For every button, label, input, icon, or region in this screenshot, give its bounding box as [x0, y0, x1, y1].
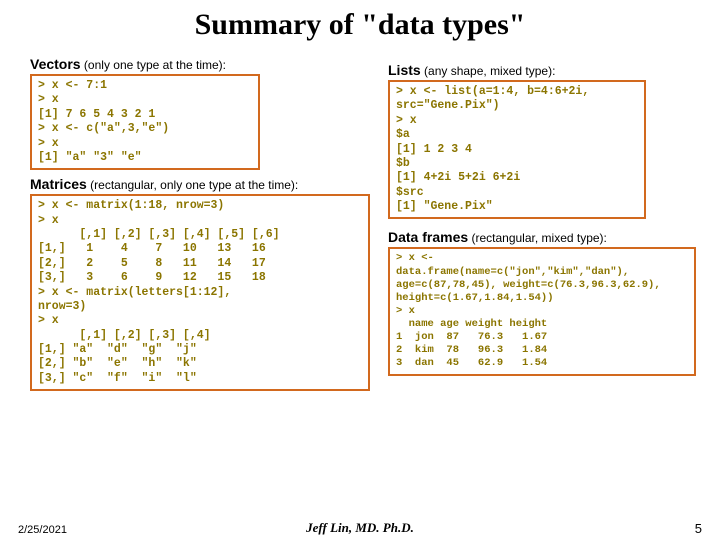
- page-title: Summary of "data types": [0, 8, 720, 42]
- vectors-heading-light: (only one type at the time):: [81, 58, 226, 72]
- vectors-heading: Vectors (only one type at the time):: [30, 56, 370, 72]
- df-heading-light: (rectangular, mixed type):: [468, 231, 607, 245]
- dataframes-code: > x <- data.frame(name=c("jon","kim","da…: [388, 247, 696, 375]
- matrices-heading-light: (rectangular, only one type at the time)…: [87, 178, 298, 192]
- lists-heading-bold: Lists: [388, 62, 421, 78]
- footer-author: Jeff Lin, MD. Ph.D.: [0, 520, 720, 536]
- footer-page: 5: [695, 521, 702, 536]
- right-column: Lists (any shape, mixed type): > x <- li…: [388, 62, 698, 376]
- matrices-heading-bold: Matrices: [30, 176, 87, 192]
- lists-code: > x <- list(a=1:4, b=4:6+2i, src="Gene.P…: [388, 80, 646, 219]
- matrices-code: > x <- matrix(1:18, nrow=3) > x [,1] [,2…: [30, 194, 370, 391]
- matrices-heading: Matrices (rectangular, only one type at …: [30, 176, 370, 192]
- left-column: Vectors (only one type at the time): > x…: [30, 56, 370, 391]
- vectors-code: > x <- 7:1 > x [1] 7 6 5 4 3 2 1 > x <- …: [30, 74, 260, 170]
- vectors-heading-bold: Vectors: [30, 56, 81, 72]
- lists-heading: Lists (any shape, mixed type):: [388, 62, 698, 78]
- df-heading-bold: Data frames: [388, 229, 468, 245]
- dataframes-heading: Data frames (rectangular, mixed type):: [388, 229, 698, 245]
- lists-heading-light: (any shape, mixed type):: [421, 64, 556, 78]
